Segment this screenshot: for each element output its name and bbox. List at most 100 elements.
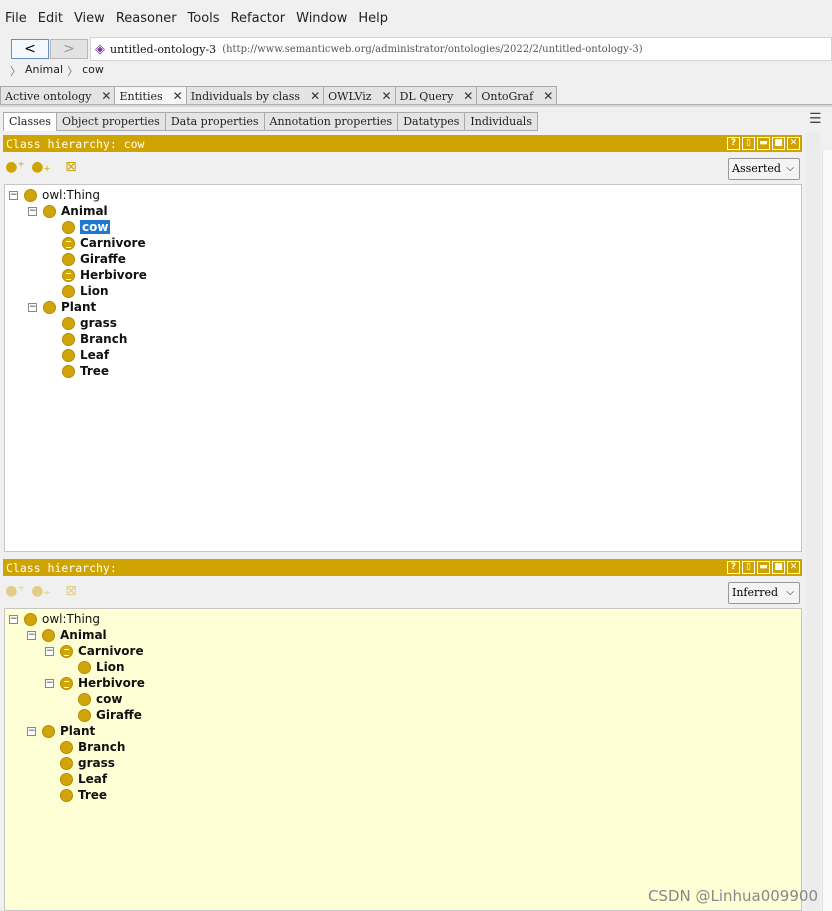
tree-node-plant[interactable]: − Plant (28, 299, 96, 315)
maximize-icon[interactable]: ■ (772, 561, 785, 574)
tab-individuals[interactable]: Individuals (464, 112, 538, 131)
add-sibling-icon: ●₊ (31, 583, 51, 599)
tree-node-grass[interactable]: grass (45, 755, 115, 771)
tree-node-giraffe[interactable]: Giraffe (47, 251, 126, 267)
watermark: CSDN @Linhua009900 (647, 887, 818, 905)
tree-node-label: Tree (78, 788, 108, 802)
tree-node-giraffe[interactable]: Giraffe (63, 707, 142, 723)
tree-node-herbivore[interactable]: Herbivore (47, 267, 147, 283)
tree-node-lion[interactable]: Lion (63, 659, 125, 675)
tree-node-leaf[interactable]: Leaf (45, 771, 107, 787)
menu-bar: File Edit View Reasoner Tools Refactor W… (0, 8, 394, 30)
tab-dl-query[interactable]: DL Query ✕ (394, 86, 478, 105)
tab-ontograf[interactable]: OntoGraf ✕ (476, 86, 558, 105)
tree-node-label: cow (80, 220, 111, 234)
tree-node-owl-thing[interactable]: − owl:Thing (9, 611, 100, 627)
inferred-class-tree[interactable]: − owl:Thing − Animal − Carnivore Lion − Herbivor… (4, 608, 802, 911)
breadcrumb-item-cow[interactable]: cow (82, 63, 104, 79)
tree-node-label: Animal (60, 628, 107, 642)
tab-object-properties[interactable]: Object properties (55, 112, 166, 131)
help-icon[interactable]: ? (727, 561, 740, 574)
collapse-toggle-icon[interactable]: − (45, 646, 54, 656)
minimize-icon[interactable]: ▬ (757, 561, 770, 574)
tree-node-label: Carnivore (80, 236, 146, 250)
tree-node-tree[interactable]: Tree (45, 787, 107, 803)
tree-node-animal[interactable]: − Animal (27, 627, 107, 643)
tree-node-cow[interactable]: cow (63, 691, 122, 707)
tab-owlviz[interactable]: OWLViz ✕ (323, 86, 396, 105)
hierarchy-mode-select[interactable]: Inferred ⌵ (728, 582, 800, 604)
panel-controls: ? ▯ ▬ ■ ✕ (727, 137, 800, 150)
tab-entities[interactable]: Entities ✕ (114, 86, 187, 105)
tab-data-properties[interactable]: Data properties (164, 112, 265, 131)
tree-node-carnivore[interactable]: Carnivore (47, 235, 146, 251)
split-icon[interactable]: ▯ (742, 561, 755, 574)
class-icon (62, 252, 75, 266)
menu-tools[interactable]: Tools (183, 8, 226, 30)
collapse-toggle-icon[interactable]: − (27, 726, 36, 736)
view-menu-icon[interactable]: ☰ (809, 112, 823, 126)
menu-reasoner[interactable]: Reasoner (111, 8, 183, 30)
close-icon[interactable]: ✕ (310, 89, 320, 103)
tree-node-animal[interactable]: − Animal (28, 203, 108, 219)
breadcrumb: 〉 Animal 〉 cow (10, 63, 104, 79)
maximize-icon[interactable]: ■ (772, 137, 785, 150)
menu-file[interactable]: File (0, 8, 33, 30)
breadcrumb-item-animal[interactable]: Animal (25, 63, 63, 79)
close-icon[interactable]: ✕ (382, 89, 392, 103)
tab-annotation-properties[interactable]: Annotation properties (263, 112, 399, 131)
tree-node-cow[interactable]: cow (47, 219, 111, 235)
tree-node-branch[interactable]: Branch (45, 739, 125, 755)
tree-node-branch[interactable]: Branch (47, 331, 127, 347)
add-subclass-icon[interactable]: ●⁺ (5, 157, 25, 177)
tree-node-carnivore[interactable]: − Carnivore (45, 643, 144, 659)
collapse-toggle-icon[interactable]: − (28, 206, 37, 216)
tree-node-lion[interactable]: Lion (47, 283, 109, 299)
tree-node-label: owl:Thing (42, 188, 101, 202)
delete-class-icon[interactable]: ⊠ (61, 157, 81, 177)
tree-node-grass[interactable]: grass (47, 315, 117, 331)
tab-active-ontology[interactable]: Active ontology ✕ (0, 86, 116, 105)
tree-node-label: Plant (60, 724, 96, 738)
collapse-toggle-icon[interactable]: − (28, 302, 37, 312)
menu-view[interactable]: View (69, 8, 111, 30)
class-icon (42, 724, 55, 738)
close-icon[interactable]: ✕ (543, 89, 553, 103)
menu-refactor[interactable]: Refactor (226, 8, 292, 30)
tree-node-tree[interactable]: Tree (47, 363, 109, 379)
collapse-toggle-icon[interactable]: − (9, 614, 18, 624)
tree-node-owl-thing[interactable]: − owl:Thing (9, 187, 100, 203)
navigation-row: < > ◈ untitled-ontology-3 (http://www.se… (10, 37, 832, 61)
menu-edit[interactable]: Edit (33, 8, 69, 30)
help-icon[interactable]: ? (727, 137, 740, 150)
collapse-toggle-icon[interactable]: − (9, 190, 18, 200)
collapse-toggle-icon[interactable]: − (45, 678, 54, 688)
add-sibling-icon[interactable]: ●₊ (31, 157, 51, 177)
class-icon (62, 364, 75, 378)
chevron-down-icon: ⌵ (786, 587, 794, 598)
close-icon[interactable]: ✕ (463, 89, 473, 103)
back-button[interactable]: < (11, 39, 49, 59)
close-icon[interactable]: ✕ (787, 137, 800, 150)
split-icon[interactable]: ▯ (742, 137, 755, 150)
tree-node-herbivore[interactable]: − Herbivore (45, 675, 145, 691)
menu-window[interactable]: Window (291, 8, 353, 30)
ontology-icon: ◈ (95, 41, 105, 57)
minimize-icon[interactable]: ▬ (757, 137, 770, 150)
scrollbar[interactable] (822, 150, 832, 911)
close-icon[interactable]: ✕ (101, 89, 111, 103)
entity-tab-bar: Classes Object properties Data propertie… (3, 112, 538, 131)
tab-individuals-by-class[interactable]: Individuals by class ✕ (185, 86, 325, 105)
close-icon[interactable]: ✕ (787, 561, 800, 574)
asserted-class-tree[interactable]: − owl:Thing − Animal cow Carnivore Giraffe Herb… (4, 184, 802, 552)
tab-datatypes[interactable]: Datatypes (397, 112, 466, 131)
ontology-iri-bar[interactable]: ◈ untitled-ontology-3 (http://www.semant… (90, 37, 832, 61)
close-icon[interactable]: ✕ (173, 89, 183, 103)
hierarchy-mode-select[interactable]: Asserted ⌵ (728, 158, 800, 180)
collapse-toggle-icon[interactable]: − (27, 630, 36, 640)
menu-help[interactable]: Help (353, 8, 394, 30)
tree-node-plant[interactable]: − Plant (27, 723, 95, 739)
tree-node-leaf[interactable]: Leaf (47, 347, 109, 363)
forward-button[interactable]: > (50, 39, 88, 59)
tab-classes[interactable]: Classes (3, 112, 57, 131)
